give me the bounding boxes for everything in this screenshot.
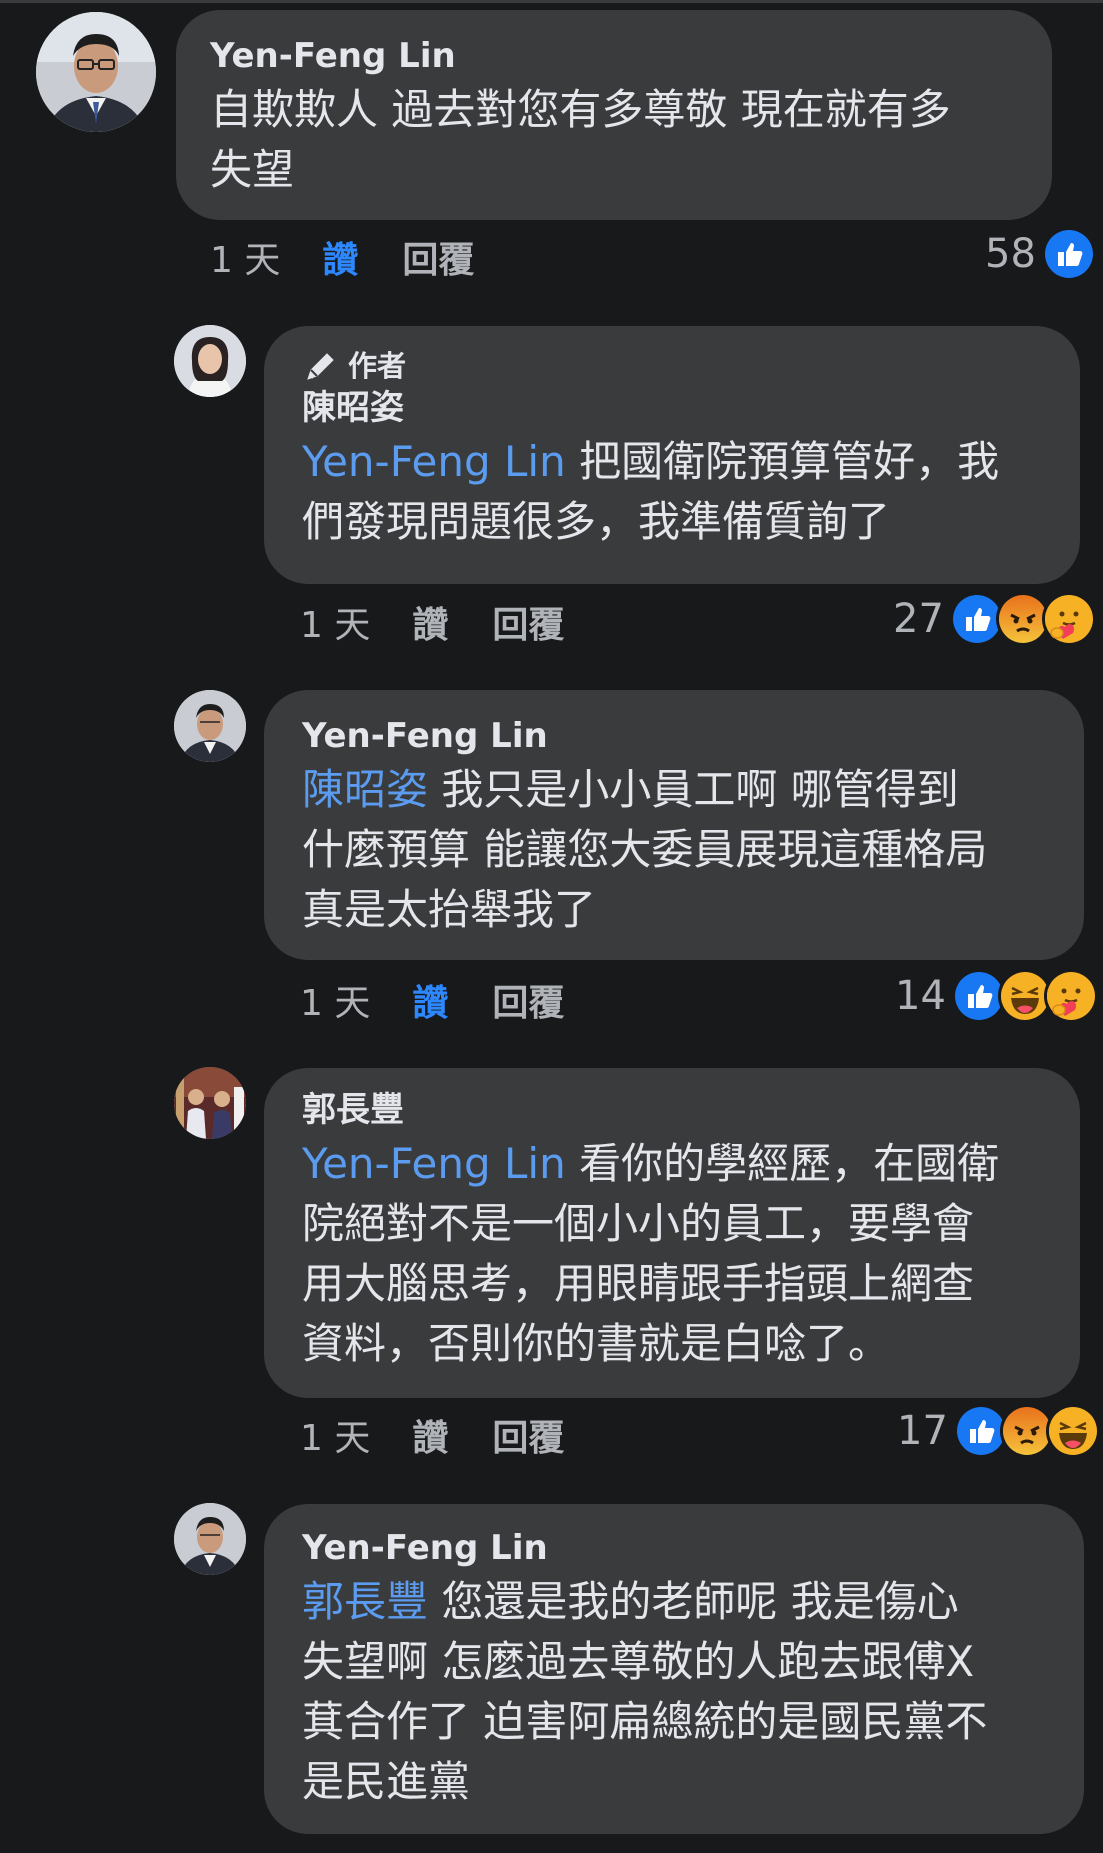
comment-bubble: Yen-Feng Lin 陳昭姿 我只是小小員工啊 哪管得到 什麼預算 能讓您大… <box>264 690 1084 960</box>
comment-text-line: 是民進黨 <box>302 1757 471 1806</box>
comment-text: Yen-Feng Lin 把國衛院預算管好，我 們發現問題很多，我準備質詢了 <box>302 432 1080 552</box>
reaction-summary[interactable]: 17 <box>897 1404 1100 1458</box>
top-divider <box>0 0 1103 3</box>
reaction-count: 58 <box>985 231 1036 277</box>
comment-timestamp[interactable]: 1 天 <box>300 596 370 648</box>
comment-text-line: 真是太抬舉我了 <box>302 885 597 934</box>
comment-actions: 1 天 讚 回覆 <box>300 597 564 647</box>
comment-author[interactable]: 陳昭姿 <box>302 386 1080 430</box>
comment-text-line: Yen-Feng Lin 把國衛院預算管好，我 <box>302 432 1080 492</box>
comment-text-line: 院絕對不是一個小小的員工，要學會 <box>302 1199 975 1248</box>
comment-bubble: Yen-Feng Lin 郭長豐 您還是我的老師呢 我是傷心 失望啊 怎麼過去尊… <box>264 1504 1084 1834</box>
comment-text-line: 郭長豐 您還是我的老師呢 我是傷心 <box>302 1572 1084 1632</box>
avatar[interactable] <box>174 1067 246 1139</box>
comment-text-line: 自欺欺人 過去對您有多尊敬 現在就有多 <box>210 85 951 134</box>
comment-actions: 1 天 讚 回覆 <box>300 1410 564 1460</box>
avatar[interactable] <box>36 12 156 132</box>
care-icon <box>1041 592 1096 646</box>
comment-text-segment: 看你的學經歷，在國衛 <box>565 1139 1000 1188</box>
like-icon <box>1041 227 1096 281</box>
comment-timestamp[interactable]: 1 天 <box>210 231 280 283</box>
reply-button[interactable]: 回覆 <box>492 596 564 648</box>
author-badge-label: 作者 <box>348 349 407 383</box>
comment-text: 自欺欺人 過去對您有多尊敬 現在就有多 失望 <box>210 80 1052 200</box>
comment-text-line: Yen-Feng Lin 看你的學經歷，在國衛 <box>302 1134 1080 1194</box>
reaction-summary[interactable]: 27 <box>893 592 1096 646</box>
reaction-count: 14 <box>895 973 946 1019</box>
author-badge: 作者 <box>302 346 1080 386</box>
like-button[interactable]: 讚 <box>412 1409 448 1461</box>
comment-text-line: 失望 <box>210 145 295 194</box>
comment-text: 郭長豐 您還是我的老師呢 我是傷心 失望啊 怎麼過去尊敬的人跑去跟傅X 萁合作了… <box>302 1572 1084 1812</box>
reply-button[interactable]: 回覆 <box>492 1409 564 1461</box>
reaction-summary[interactable]: 58 <box>985 227 1096 281</box>
comment-timestamp[interactable]: 1 天 <box>300 1409 370 1461</box>
mention-link[interactable]: Yen-Feng Lin <box>302 1139 566 1188</box>
like-button[interactable]: 讚 <box>412 596 448 648</box>
haha-icon <box>1045 1404 1100 1458</box>
avatar[interactable] <box>174 325 246 397</box>
comment-text-segment: 我只是小小員工啊 哪管得到 <box>428 765 959 814</box>
reply-button[interactable]: 回覆 <box>492 974 564 1026</box>
comment-bubble: 郭長豐 Yen-Feng Lin 看你的學經歷，在國衛 院絕對不是一個小小的員工… <box>264 1068 1080 1398</box>
comment-text-line: 萁合作了 迫害阿扁總統的是國民黨不 <box>302 1697 988 1746</box>
comment-author[interactable]: Yen-Feng Lin <box>210 34 1052 78</box>
avatar[interactable] <box>174 690 246 762</box>
comment-author[interactable]: Yen-Feng Lin <box>302 1526 1084 1570</box>
comment-text-line: 什麼預算 能讓您大委員展現這種格局 <box>302 825 988 874</box>
comment-text-segment: 您還是我的老師呢 我是傷心 <box>428 1577 959 1626</box>
like-button[interactable]: 讚 <box>412 974 448 1026</box>
comment-text-line: 資料，否則你的書就是白唸了。 <box>302 1319 891 1368</box>
mention-link[interactable]: 郭長豐 <box>302 1577 428 1626</box>
comment-actions: 1 天 讚 回覆 <box>210 232 474 282</box>
comment-author[interactable]: 郭長豐 <box>302 1088 1080 1132</box>
reaction-summary[interactable]: 14 <box>895 969 1098 1023</box>
reaction-count: 27 <box>893 596 944 642</box>
care-icon <box>1043 969 1098 1023</box>
comment-bubble: Yen-Feng Lin 自欺欺人 過去對您有多尊敬 現在就有多 失望 <box>176 10 1052 220</box>
comment-author[interactable]: Yen-Feng Lin <box>302 714 1084 758</box>
comment-actions: 1 天 讚 回覆 <box>300 975 564 1025</box>
reply-button[interactable]: 回覆 <box>402 231 474 283</box>
reaction-count: 17 <box>897 1408 948 1454</box>
mention-link[interactable]: 陳昭姿 <box>302 765 428 814</box>
avatar[interactable] <box>174 1503 246 1575</box>
comment-text: 陳昭姿 我只是小小員工啊 哪管得到 什麼預算 能讓您大委員展現這種格局 真是太抬… <box>302 760 1084 940</box>
comment-text: Yen-Feng Lin 看你的學經歷，在國衛 院絕對不是一個小小的員工，要學會… <box>302 1134 1080 1374</box>
comment-text-line: 用大腦思考，用眼睛跟手指頭上網查 <box>302 1259 975 1308</box>
like-button[interactable]: 讚 <box>322 231 358 283</box>
comment-text-line: 陳昭姿 我只是小小員工啊 哪管得到 <box>302 760 1084 820</box>
comment-bubble: 作者 陳昭姿 Yen-Feng Lin 把國衛院預算管好，我 們發現問題很多，我… <box>264 326 1080 584</box>
comment-text-line: 們發現問題很多，我準備質詢了 <box>302 497 891 546</box>
comment-text-segment: 把國衛院預算管好，我 <box>565 437 1000 486</box>
comment-timestamp[interactable]: 1 天 <box>300 974 370 1026</box>
mention-link[interactable]: Yen-Feng Lin <box>302 437 566 486</box>
comment-text-line: 失望啊 怎麼過去尊敬的人跑去跟傅X <box>302 1637 975 1686</box>
pencil-icon <box>307 353 334 380</box>
